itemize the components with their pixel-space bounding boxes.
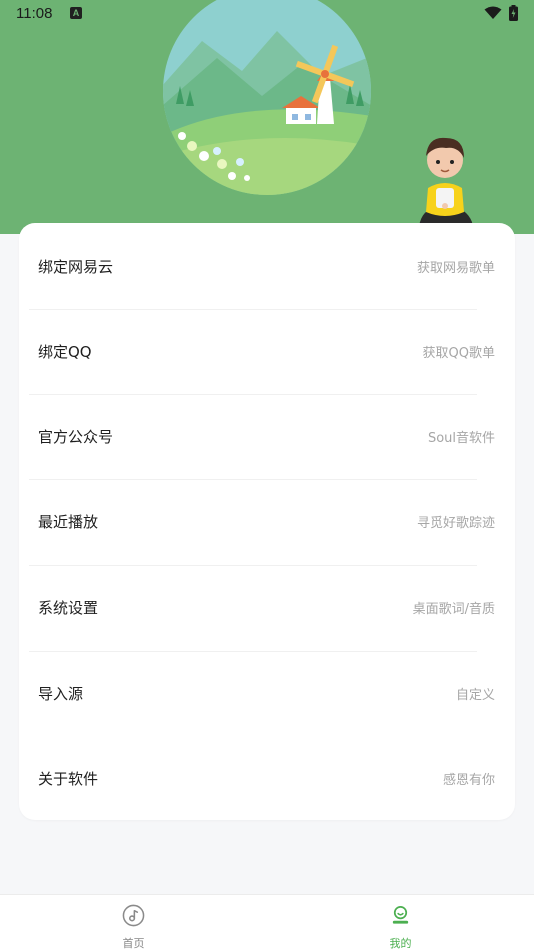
menu-item-label: 最近播放 (38, 513, 99, 531)
battery-icon (509, 5, 518, 21)
menu-item-hint: 寻觅好歌踪迹 (416, 516, 495, 531)
menu-item-hint: 获取QQ歌单 (422, 346, 495, 361)
menu-card: 绑定网易云 获取网易歌单 绑定QQ 获取QQ歌单 官方公众号 Soul音软件 最… (19, 223, 515, 820)
tab-home-label: 首页 (122, 937, 145, 950)
tab-home[interactable]: 首页 (0, 895, 267, 951)
menu-item-hint: 获取网易歌单 (416, 261, 495, 276)
menu-item-hint: 感恩有你 (442, 773, 495, 788)
menu-item-bind-qq[interactable]: 绑定QQ 获取QQ歌单 (29, 309, 495, 394)
menu-item-label: 关于软件 (38, 770, 99, 788)
menu-item-label: 官方公众号 (38, 428, 114, 446)
bottom-navigation: 首页 我的 (0, 894, 534, 951)
menu-item-label: 绑定网易云 (38, 258, 114, 276)
menu-item-recent-play[interactable]: 最近播放 寻觅好歌踪迹 (29, 479, 495, 564)
menu-item-label: 导入源 (38, 685, 84, 703)
menu-item-label: 系统设置 (38, 599, 99, 617)
menu-item-hint: 自定义 (455, 688, 495, 703)
menu-item-label: 绑定QQ (38, 343, 92, 361)
tab-profile[interactable]: 我的 (267, 895, 534, 951)
music-disc-icon (122, 904, 145, 927)
menu-item-system-settings[interactable]: 系统设置 桌面歌词/音质 (29, 565, 495, 650)
menu-item-import-source[interactable]: 导入源 自定义 (29, 651, 495, 736)
wifi-icon (484, 6, 502, 19)
status-time: 11:08 (16, 5, 53, 22)
menu-item-hint: Soul音软件 (427, 431, 495, 446)
tab-profile-label: 我的 (389, 937, 412, 950)
landscape-illustration (163, 0, 371, 195)
menu-item-official-account[interactable]: 官方公众号 Soul音软件 (29, 394, 495, 479)
menu-item-hint: 桌面歌词/音质 (412, 602, 495, 617)
menu-item-about[interactable]: 关于软件 感恩有你 (29, 736, 495, 821)
notification-icon: A (70, 7, 82, 19)
profile-icon (392, 906, 409, 924)
menu-item-bind-netease[interactable]: 绑定网易云 获取网易歌单 (29, 224, 495, 309)
